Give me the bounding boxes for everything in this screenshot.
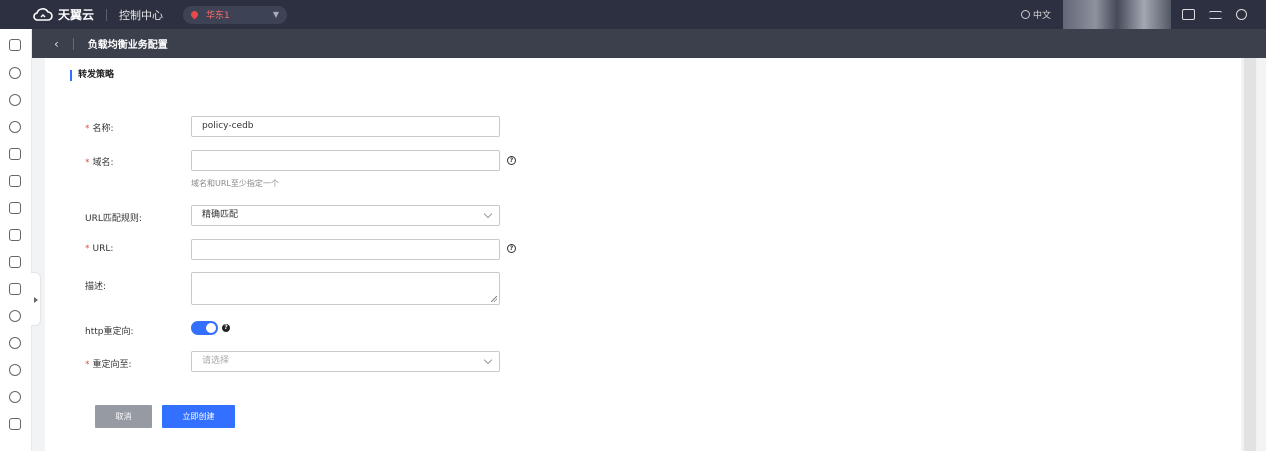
chevron-down-icon [483, 209, 493, 219]
server-icon[interactable] [9, 283, 21, 295]
cloud-service-icon[interactable] [9, 67, 21, 79]
redirect-to-label: * 重定向至: [85, 360, 132, 370]
globe-icon [1020, 10, 1030, 19]
sidebar-collapse-handle[interactable] [31, 272, 41, 326]
scrollbar-thumb[interactable] [1244, 58, 1256, 451]
http-redirect-help-icon[interactable]: ? [222, 324, 230, 332]
language-switch[interactable]: 中文 [1020, 8, 1051, 21]
name-label: * 名称: [85, 124, 114, 134]
database-icon[interactable] [9, 121, 21, 133]
message-box-icon[interactable] [9, 256, 21, 268]
url-input[interactable] [191, 239, 500, 260]
cloud-icon[interactable] [9, 391, 21, 403]
page-header: ‹ 负载均衡业务配置 [32, 29, 1266, 58]
widgets-icon[interactable] [9, 418, 21, 430]
description-textarea[interactable] [191, 272, 500, 305]
form-card: 转发策略 * 名称: policy-cedb * 域名: ? 域名和URL至少指定一… [45, 58, 1241, 451]
url-match-select[interactable]: 精确匹配 [191, 205, 500, 226]
help-icon[interactable] [1236, 9, 1247, 20]
http-redirect-label: http重定向: [85, 327, 134, 337]
toggle-knob [206, 323, 216, 333]
region-selector[interactable]: 华东1 ▼ [183, 5, 288, 24]
gear-icon[interactable] [9, 337, 21, 349]
console-link[interactable]: 控制中心 [119, 7, 163, 23]
monitor-chart-icon[interactable] [9, 229, 21, 241]
location-pin-icon [189, 9, 200, 20]
domain-hint: 域名和URL至少指定一个 [191, 179, 279, 188]
url-match-value: 精确匹配 [202, 210, 239, 220]
required-mark: * [85, 158, 90, 168]
redirect-to-select[interactable]: 请选择 [191, 351, 500, 372]
storage-icon[interactable] [9, 94, 21, 106]
message-icon[interactable] [1182, 9, 1195, 20]
create-button[interactable]: 立即创建 [162, 405, 235, 428]
section-title: 转发策略 [70, 70, 114, 81]
name-input[interactable]: policy-cedb [191, 116, 500, 137]
required-mark: * [85, 244, 90, 254]
http-redirect-toggle[interactable] [191, 321, 218, 335]
redirect-to-placeholder: 请选择 [202, 356, 230, 366]
cloud-logo-icon [33, 7, 53, 21]
brand-name: 天翼云 [58, 8, 95, 22]
network-icon[interactable] [9, 202, 21, 214]
team-icon[interactable] [9, 310, 21, 322]
vertical-scrollbar[interactable] [1243, 58, 1257, 451]
required-mark: * [85, 360, 90, 370]
caret-down-icon: ▼ [272, 10, 280, 19]
back-icon[interactable]: ‹ [54, 37, 59, 51]
modules-icon[interactable] [9, 175, 21, 187]
divider [72, 37, 74, 50]
url-label: * URL: [85, 244, 114, 254]
url-help-icon[interactable]: ? [507, 244, 516, 253]
region-label: 华东1 [206, 11, 230, 21]
settings-sliders-icon[interactable] [1209, 10, 1222, 19]
left-sidebar [0, 29, 32, 451]
cube-icon[interactable] [9, 364, 21, 376]
domain-help-icon[interactable]: ? [507, 156, 516, 165]
shield-icon[interactable] [9, 148, 21, 160]
brand-logo[interactable]: 天翼云 [32, 6, 94, 23]
top-navigation-bar: 天翼云 控制中心 华东1 ▼ 中文 [0, 0, 1266, 29]
url-match-label: URL匹配规则: [85, 214, 142, 224]
page-title: 负载均衡业务配置 [87, 40, 168, 51]
domain-label: * 域名: [85, 158, 114, 168]
domain-input[interactable] [191, 150, 500, 171]
cancel-button[interactable]: 取消 [95, 405, 152, 428]
divider [106, 8, 108, 21]
user-account-redacted[interactable] [1063, 0, 1171, 29]
language-label: 中文 [1032, 11, 1051, 21]
grid-apps-icon[interactable] [9, 39, 21, 51]
topbar-actions: 中文 [1020, 0, 1266, 29]
description-label: 描述: [85, 282, 107, 292]
required-mark: * [85, 124, 90, 134]
chevron-down-icon [483, 355, 493, 365]
